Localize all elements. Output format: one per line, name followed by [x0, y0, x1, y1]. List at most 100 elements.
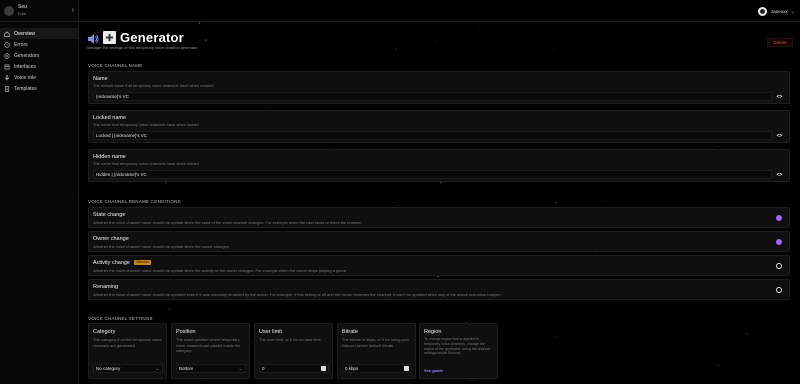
- page-title-text: Generator: [120, 30, 184, 45]
- sidebar-item-interfaces[interactable]: Interfaces: [0, 62, 78, 73]
- star-dot: [200, 35, 201, 36]
- category-select[interactable]: No category ⌄: [93, 364, 163, 373]
- star-dot: [434, 40, 436, 42]
- locked-name-label: Locked name: [93, 115, 127, 121]
- user-limit-input[interactable]: 0: [259, 364, 329, 373]
- sidebar-item-overview[interactable]: Overview: [0, 28, 78, 39]
- renaming-card[interactable]: Renaming Whether the voice channel name …: [88, 279, 790, 300]
- sidebar-item-templates[interactable]: Templates: [0, 84, 78, 95]
- user-limit-label: User limit: [259, 329, 282, 335]
- owner-change-desc: Whether the voice channel name should be…: [93, 244, 229, 249]
- layout-icon: [4, 64, 10, 70]
- star-dot: [250, 341, 252, 343]
- server-plan: Free: [18, 10, 27, 16]
- section-title-rename: VOICE CHANNEL RENAME CONDITIONS: [88, 199, 181, 204]
- owner-change-toggle[interactable]: [776, 239, 782, 245]
- name-input[interactable]: {nickname}'s VC: [93, 92, 772, 101]
- bitrate-input[interactable]: 0 kbps: [342, 364, 412, 373]
- section-title-name: VOICE CHANNEL NAME: [88, 63, 143, 68]
- page-header: Generator Manage the settings of this te…: [87, 30, 198, 50]
- chevron-right-icon: ›: [71, 7, 74, 14]
- locked-name-card: Locked name The name that temporary voic…: [88, 110, 790, 143]
- sidebar-item-label: Generators: [14, 52, 40, 59]
- name-desc: The default name that temporary voice ch…: [93, 83, 214, 88]
- activity-change-toggle[interactable]: [776, 263, 782, 269]
- hidden-name-desc: The name that temporary voice channels h…: [93, 161, 200, 166]
- sidebar-item-label: Errors: [14, 41, 28, 48]
- category-desc: The category in which temporary voice ch…: [93, 337, 162, 348]
- star-dot: [554, 336, 556, 338]
- star-dot: [471, 379, 473, 381]
- star-dot: [525, 57, 527, 59]
- owner-change-card[interactable]: Owner change Whether the voice channel n…: [88, 231, 790, 252]
- sidebar-nav: Overview Errors Generators Interfaces Vo…: [0, 28, 78, 95]
- locked-name-input[interactable]: Locked | {nickname}'s VC: [93, 131, 772, 140]
- sidebar-item-label: Voice role: [14, 75, 36, 82]
- star-dot: [398, 204, 399, 206]
- alert-icon: [4, 42, 10, 48]
- activity-change-card[interactable]: Activity change Ultimate Whether the voic…: [88, 255, 790, 276]
- star-dot: [205, 39, 207, 41]
- sidebar-item-label: Overview: [14, 30, 35, 37]
- ultimate-badge: Ultimate: [134, 260, 151, 266]
- plus-circle-icon: [4, 53, 10, 59]
- code-variables-icon[interactable]: <>: [775, 131, 784, 140]
- top-bar: zaneoxx ⌄: [79, 0, 800, 22]
- star-dot: [79, 197, 80, 199]
- sidebar-item-generators[interactable]: Generators: [0, 50, 78, 61]
- locked-name-desc: The name that temporary voice channels h…: [93, 122, 199, 127]
- chevron-down-icon: ⌄: [155, 366, 159, 371]
- see-guide-link[interactable]: See guide: [424, 368, 443, 373]
- name-label: Name: [93, 76, 108, 82]
- star-dot: [317, 31, 318, 33]
- position-card: Position The exact position where tempor…: [171, 323, 250, 379]
- user-limit-desc: The user limit, or 0 for no user limit: [259, 337, 321, 342]
- star-dot: [268, 107, 270, 109]
- star-dot: [595, 252, 597, 254]
- sidebar-item-voice-role[interactable]: Voice role: [0, 73, 78, 84]
- stepper-icon[interactable]: [321, 366, 326, 371]
- hidden-name-card: Hidden name The name that temporary voic…: [88, 149, 790, 182]
- state-change-label: State change: [93, 212, 126, 218]
- mic-icon: [4, 75, 10, 81]
- region-desc: To change region that is applied to temp…: [424, 337, 491, 356]
- star-dot: [555, 201, 557, 204]
- star-dot: [606, 199, 608, 201]
- chevron-down-icon: ⌄: [238, 366, 242, 371]
- user-name: zaneoxx: [771, 9, 788, 14]
- code-variables-icon[interactable]: <>: [775, 92, 784, 101]
- renaming-label: Renaming: [93, 284, 119, 290]
- position-select[interactable]: Bottom ⌄: [176, 364, 246, 373]
- star-dot: [440, 182, 442, 184]
- server-avatar: [4, 5, 14, 16]
- hidden-name-label: Hidden name: [93, 154, 126, 160]
- bitrate-desc: The bitrate in kbps, or 0 for using your…: [342, 337, 410, 348]
- page-subtitle: Manage the settings of this temporary vo…: [87, 45, 198, 50]
- renaming-toggle[interactable]: [776, 287, 782, 293]
- sidebar-item-errors[interactable]: Errors: [0, 39, 78, 50]
- star-dot: [552, 49, 554, 51]
- activity-change-label: Activity change Ultimate: [93, 260, 151, 266]
- star-dot: [719, 146, 720, 148]
- bitrate-card: Bitrate The bitrate in kbps, or 0 for us…: [337, 323, 416, 379]
- state-change-card[interactable]: State change Whether the voice channel n…: [88, 207, 790, 228]
- user-menu[interactable]: zaneoxx ⌄: [758, 7, 795, 16]
- main-content: Generator Manage the settings of this te…: [79, 22, 800, 384]
- star-dot: [528, 52, 530, 54]
- owner-change-label: Owner change: [93, 236, 129, 242]
- star-dot: [168, 308, 170, 310]
- avatar: [758, 7, 768, 16]
- star-dot: [746, 332, 748, 335]
- state-change-toggle[interactable]: [776, 215, 782, 221]
- hidden-name-input[interactable]: Hidden | {nickname}'s VC: [93, 170, 772, 179]
- server-switcher[interactable]: Seu Free ›: [0, 0, 78, 22]
- sidebar: Seu Free › Overview Errors Generators In…: [0, 0, 79, 384]
- star-dot: [717, 364, 719, 366]
- star-dot: [165, 182, 167, 184]
- code-variables-icon[interactable]: <>: [775, 170, 784, 179]
- delete-button[interactable]: Delete: [767, 38, 793, 47]
- star-dot: [478, 30, 480, 32]
- stepper-icon[interactable]: [404, 366, 409, 371]
- speaker-icon: [88, 34, 99, 44]
- state-change-desc: Whether the voice channel name should be…: [93, 220, 362, 225]
